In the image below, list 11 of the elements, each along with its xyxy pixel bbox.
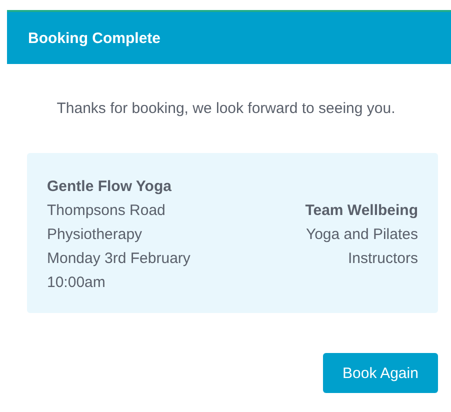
- provider-name: Team Wellbeing: [305, 201, 418, 221]
- provider-detail: Yoga and Pilates: [306, 225, 418, 245]
- booking-detail: 10:00am: [47, 273, 106, 293]
- header-title: Booking Complete: [28, 30, 161, 46]
- booking-detail: Physiotherapy: [47, 225, 144, 245]
- class-name: Gentle Flow Yoga: [47, 177, 172, 197]
- provider-detail: Instructors: [348, 249, 418, 269]
- booking-detail: Thompsons Road: [47, 201, 166, 221]
- confirmation-message: Thanks for booking, we look forward to seeing you.: [56, 100, 396, 117]
- book-again-button[interactable]: Book Again: [323, 353, 438, 393]
- booking-detail: Monday 3rd February: [47, 249, 190, 269]
